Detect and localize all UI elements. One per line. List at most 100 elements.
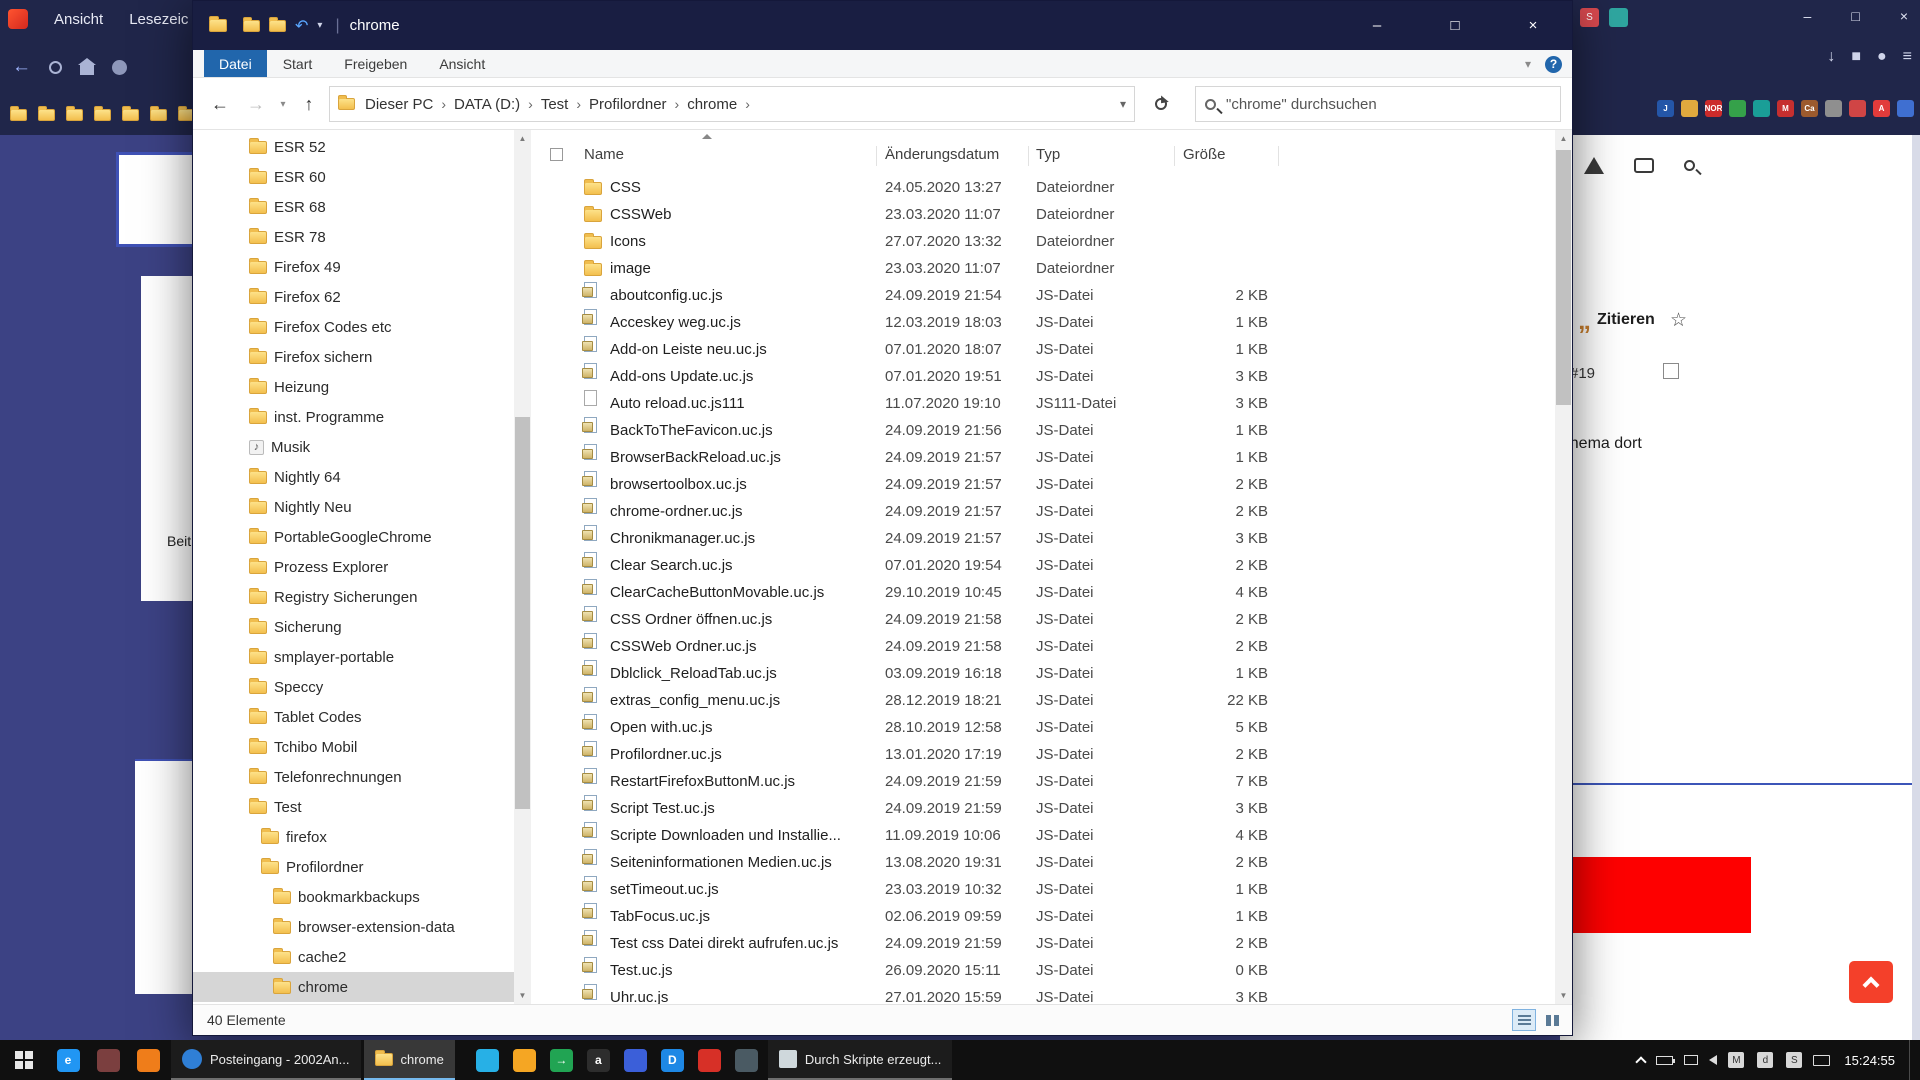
file-row[interactable]: extras_config_menu.uc.js 28.12.2019 18:2… — [536, 687, 1555, 714]
file-row[interactable]: CSS 24.05.2020 13:27 Dateiordner — [536, 174, 1555, 201]
tree-item[interactable]: Registry Sicherungen — [193, 582, 531, 612]
task-button-chrome[interactable]: chrome — [364, 1040, 455, 1080]
bookmark-folder-icon[interactable] — [150, 109, 167, 121]
qat-folder-icon[interactable] — [269, 20, 286, 32]
start-button[interactable] — [0, 1040, 48, 1080]
file-row[interactable]: Uhr.uc.js 27.01.2020 15:59 JS-Datei 3 KB — [536, 984, 1555, 1004]
pinned-app-button[interactable] — [88, 1040, 128, 1080]
tree-item[interactable]: bookmarkbackups — [193, 882, 531, 912]
scroll-up-icon[interactable]: ▲ — [514, 130, 531, 147]
pinned-app-button[interactable]: e — [48, 1040, 88, 1080]
tree-item[interactable]: Firefox Codes etc — [193, 312, 531, 342]
tree-item[interactable]: Firefox sichern — [193, 342, 531, 372]
column-header-type[interactable]: Typ — [1036, 146, 1060, 163]
downloads-icon[interactable]: ↓ — [1827, 48, 1835, 66]
address-bar[interactable]: Dieser PC › DATA (D:) › Test › Profilord… — [329, 86, 1135, 122]
tree-item[interactable]: Firefox 49 — [193, 252, 531, 282]
file-row[interactable]: BackToTheFavicon.uc.js 24.09.2019 21:56 … — [536, 417, 1555, 444]
task-button-script[interactable]: Durch Skripte erzeugt... — [768, 1040, 953, 1080]
breadcrumb-chevron-icon[interactable]: › — [572, 96, 585, 112]
bookmark-favicon[interactable] — [1849, 100, 1866, 117]
tree-item[interactable]: Sicherung — [193, 612, 531, 642]
tree-item[interactable]: smplayer-portable — [193, 642, 531, 672]
maximize-button[interactable]: □ — [1416, 1, 1494, 50]
quote-button[interactable]: „ Zitieren — [1578, 311, 1655, 329]
bookmark-favicon[interactable] — [1681, 100, 1698, 117]
thumbnail-view-button[interactable] — [1540, 1009, 1564, 1031]
touch-keyboard-icon[interactable] — [1813, 1055, 1830, 1066]
tree-item[interactable]: Telefonrechnungen — [193, 762, 531, 792]
library-icon[interactable]: ■ — [1851, 48, 1861, 66]
file-row[interactable]: RestartFirefoxButtonM.uc.js 24.09.2019 2… — [536, 768, 1555, 795]
bookmark-favicon[interactable]: NOR — [1705, 100, 1722, 117]
tree-item[interactable]: Tchibo Mobil — [193, 732, 531, 762]
multiquote-checkbox[interactable] — [1663, 363, 1679, 379]
browser-page-scrollbar[interactable] — [1912, 135, 1920, 1040]
file-row[interactable]: ClearCacheButtonMovable.uc.js 29.10.2019… — [536, 579, 1555, 606]
select-all-checkbox[interactable] — [550, 148, 563, 161]
pinned-app-button[interactable]: → — [543, 1040, 580, 1080]
tab-start[interactable]: Start — [267, 50, 329, 77]
tree-item[interactable]: Tablet Codes — [193, 702, 531, 732]
pinned-app-button[interactable]: D — [654, 1040, 691, 1080]
tree-item[interactable]: PortableGoogleChrome — [193, 522, 531, 552]
list-scrollbar[interactable]: ▲ ▼ — [1555, 130, 1572, 1004]
menu-icon[interactable]: ≡ — [1903, 48, 1912, 66]
star-icon[interactable]: ☆ — [1670, 309, 1687, 332]
search-post-icon[interactable] — [1684, 160, 1695, 171]
file-row[interactable]: chrome-ordner.uc.js 24.09.2019 21:57 JS-… — [536, 498, 1555, 525]
file-row[interactable]: CSSWeb 23.03.2020 11:07 Dateiordner — [536, 201, 1555, 228]
search-input[interactable] — [1224, 95, 1551, 114]
breadcrumb-chevron-icon[interactable]: › — [437, 96, 450, 112]
tray-app-icon[interactable]: S — [1786, 1052, 1802, 1068]
list-scrollbar-thumb[interactable] — [1556, 150, 1571, 405]
sync-icon[interactable]: ● — [1877, 48, 1887, 66]
breadcrumb-segment[interactable]: DATA (D:) — [450, 96, 524, 113]
tree-scrollbar[interactable]: ▲ ▼ — [514, 130, 531, 1004]
breadcrumb-segment[interactable]: chrome — [683, 96, 741, 113]
breadcrumb-chevron-icon[interactable]: › — [741, 96, 754, 112]
nav-forward-button[interactable]: → — [239, 78, 273, 130]
comment-icon[interactable] — [1634, 158, 1654, 173]
tree-item[interactable]: Firefox 62 — [193, 282, 531, 312]
tree-item[interactable]: Prozess Explorer — [193, 552, 531, 582]
bookmark-favicon[interactable]: J — [1657, 100, 1674, 117]
qat-chevron-down-icon[interactable]: ▾ — [317, 20, 322, 31]
refresh-button[interactable] — [1145, 86, 1177, 122]
qat-folder-icon[interactable] — [243, 20, 260, 32]
tab-ansicht[interactable]: Ansicht — [423, 50, 501, 77]
pinned-app-button[interactable] — [691, 1040, 728, 1080]
tree-scrollbar-thumb[interactable] — [515, 417, 530, 809]
undo-icon[interactable]: ↶ — [295, 16, 308, 36]
tree-item[interactable]: ESR 60 — [193, 162, 531, 192]
tree-item[interactable]: inst. Programme — [193, 402, 531, 432]
column-header-name[interactable]: Name — [584, 146, 624, 163]
extension-icon[interactable] — [1609, 8, 1628, 27]
tab-datei[interactable]: Datei — [204, 50, 267, 77]
scroll-down-icon[interactable]: ▼ — [514, 987, 531, 1004]
file-row[interactable]: Dblclick_ReloadTab.uc.js 03.09.2019 16:1… — [536, 660, 1555, 687]
tree-item[interactable]: Nightly 64 — [193, 462, 531, 492]
column-divider[interactable] — [1174, 146, 1175, 166]
bookmark-favicon[interactable]: Ca — [1801, 100, 1818, 117]
file-row[interactable]: Auto reload.uc.js111 11.07.2020 19:10 JS… — [536, 390, 1555, 417]
tree-item[interactable]: chrome — [193, 972, 531, 1002]
file-row[interactable]: Test css Datei direkt aufrufen.uc.js 24.… — [536, 930, 1555, 957]
back-icon[interactable]: ← — [12, 56, 31, 78]
file-row[interactable]: Test.uc.js 26.09.2020 15:11 JS-Datei 0 K… — [536, 957, 1555, 984]
scroll-down-icon[interactable]: ▼ — [1555, 987, 1572, 1004]
tree-item[interactable]: ESR 78 — [193, 222, 531, 252]
breadcrumb-chevron-icon[interactable]: › — [671, 96, 684, 112]
file-row[interactable]: Scripte Downloaden und Installie... 11.0… — [536, 822, 1555, 849]
pinned-app-button[interactable]: a — [580, 1040, 617, 1080]
tree-item[interactable]: browser-extension-data — [193, 912, 531, 942]
menu-item-lesezeichen[interactable]: Lesezeic — [129, 11, 188, 28]
bookmark-folder-icon[interactable] — [94, 109, 111, 121]
breadcrumb-segment[interactable]: Dieser PC — [361, 96, 437, 113]
tree-item[interactable]: Test — [193, 792, 531, 822]
file-row[interactable]: BrowserBackReload.uc.js 24.09.2019 21:57… — [536, 444, 1555, 471]
tree-item[interactable]: Profilordner — [193, 852, 531, 882]
bookmark-favicon[interactable] — [1753, 100, 1770, 117]
account-icon[interactable] — [112, 60, 127, 75]
tree-item[interactable]: ESR 52 — [193, 132, 531, 162]
